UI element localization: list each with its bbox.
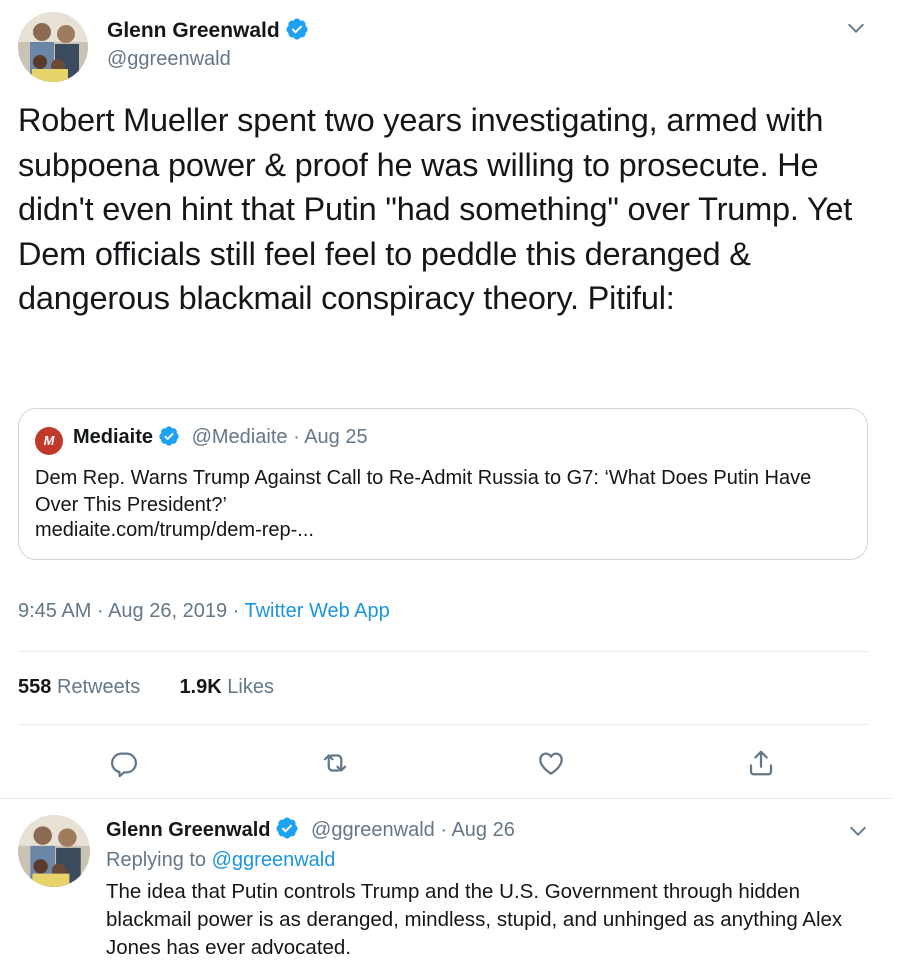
like-icon [539,752,563,775]
dot-separator: · [440,819,452,841]
likes-stat[interactable]: 1.9K Likes [179,676,274,698]
chevron-down-icon[interactable] [847,820,869,847]
replying-to-handle[interactable]: @ggreenwald [212,849,336,871]
reply-author-name[interactable]: Glenn Greenwald [106,819,270,841]
tweet-separator [0,798,892,799]
divider [18,724,868,725]
tweet-text: Robert Mueller spent two years investiga… [18,102,853,316]
quoted-tweet-text: Dem Rep. Warns Trump Against Call to Re-… [35,467,812,516]
verified-badge-icon [158,425,180,447]
quoted-author-handle: @Mediaite [191,426,288,448]
verified-badge-icon [285,17,309,41]
replying-to: Replying to @ggreenwald [106,849,336,871]
tweet-date[interactable]: Aug 26, 2019 [108,600,227,622]
reply-tweet-text: The idea that Putin controls Trump and t… [106,880,843,959]
share-button[interactable] [741,743,781,783]
tweet-source[interactable]: Twitter Web App [245,600,390,622]
reply-author-avatar[interactable] [18,815,90,887]
reply-button[interactable] [104,743,144,783]
share-icon [749,750,773,776]
quoted-link[interactable]: mediaite.com/trump/dem-rep-... [35,519,314,542]
reply-icon [111,752,137,778]
dot-separator: · [232,600,245,622]
like-button[interactable] [531,743,571,783]
retweet-icon [323,754,347,772]
quoted-date: Aug 25 [304,426,368,448]
author-handle[interactable]: @ggreenwald [107,48,231,71]
divider [18,651,868,652]
verified-badge-icon [275,816,299,840]
author-name[interactable]: Glenn Greenwald [107,19,280,42]
quoted-author-name: Mediaite [73,426,154,448]
dot-separator: · [96,600,109,622]
retweet-button[interactable] [315,743,355,783]
mediaite-logo: M [35,427,63,455]
quoted-tweet-card[interactable]: M Mediaite @Mediaite · Aug 25 Dem Rep. W… [18,408,868,560]
author-avatar[interactable] [18,12,88,82]
tweet-stats: 558 Retweets 1.9K Likes [18,676,274,699]
retweets-stat[interactable]: 558 Retweets [18,676,140,698]
tweet-meta: 9:45 AM · Aug 26, 2019 · Twitter Web App [18,600,390,623]
dot-separator: · [293,426,305,448]
reply-date[interactable]: Aug 26 [451,819,514,841]
chevron-down-icon[interactable] [845,17,867,44]
reply-author-handle[interactable]: @ggreenwald [311,819,435,841]
tweet-time[interactable]: 9:45 AM [18,600,91,622]
